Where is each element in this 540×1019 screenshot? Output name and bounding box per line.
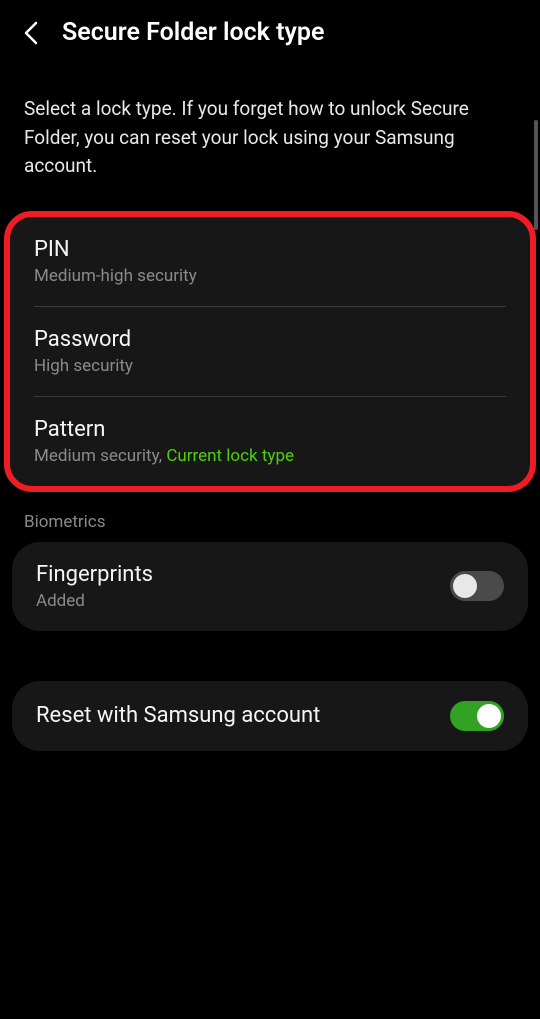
lock-type-pin-title: PIN [34,237,506,262]
fingerprints-subtitle: Added [36,591,153,611]
fingerprints-text: Fingerprints Added [36,562,153,611]
lock-type-group-highlight: PIN Medium-high security Password High s… [4,211,536,492]
fingerprints-title: Fingerprints [36,562,153,587]
reset-card: Reset with Samsung account [12,681,528,751]
pattern-security-level: Medium security, [34,446,166,466]
description-text: Select a lock type. If you forget how to… [0,71,540,211]
current-lock-label: Current lock type [166,446,294,466]
fingerprints-row[interactable]: Fingerprints Added [12,542,528,631]
spacer [0,631,540,681]
lock-type-pattern-title: Pattern [34,417,506,442]
lock-type-password[interactable]: Password High security [10,307,530,396]
toggle-knob [477,704,501,728]
lock-type-pattern-subtitle: Medium security, Current lock type [34,446,506,466]
fingerprints-toggle[interactable] [450,571,504,601]
lock-type-pattern[interactable]: Pattern Medium security, Current lock ty… [10,397,530,486]
reset-title: Reset with Samsung account [36,703,320,728]
back-icon[interactable] [20,22,42,44]
reset-toggle[interactable] [450,701,504,731]
biometrics-card: Fingerprints Added [12,542,528,631]
biometrics-section-label: Biometrics [0,492,540,542]
lock-type-password-subtitle: High security [34,356,506,376]
lock-type-password-title: Password [34,327,506,352]
lock-type-pin-subtitle: Medium-high security [34,266,506,286]
scroll-indicator[interactable] [534,120,538,230]
header: Secure Folder lock type [0,0,540,71]
reset-text: Reset with Samsung account [36,703,320,728]
lock-type-pin[interactable]: PIN Medium-high security [10,217,530,306]
page-title: Secure Folder lock type [62,18,324,47]
reset-row[interactable]: Reset with Samsung account [12,681,528,751]
toggle-knob [453,574,477,598]
